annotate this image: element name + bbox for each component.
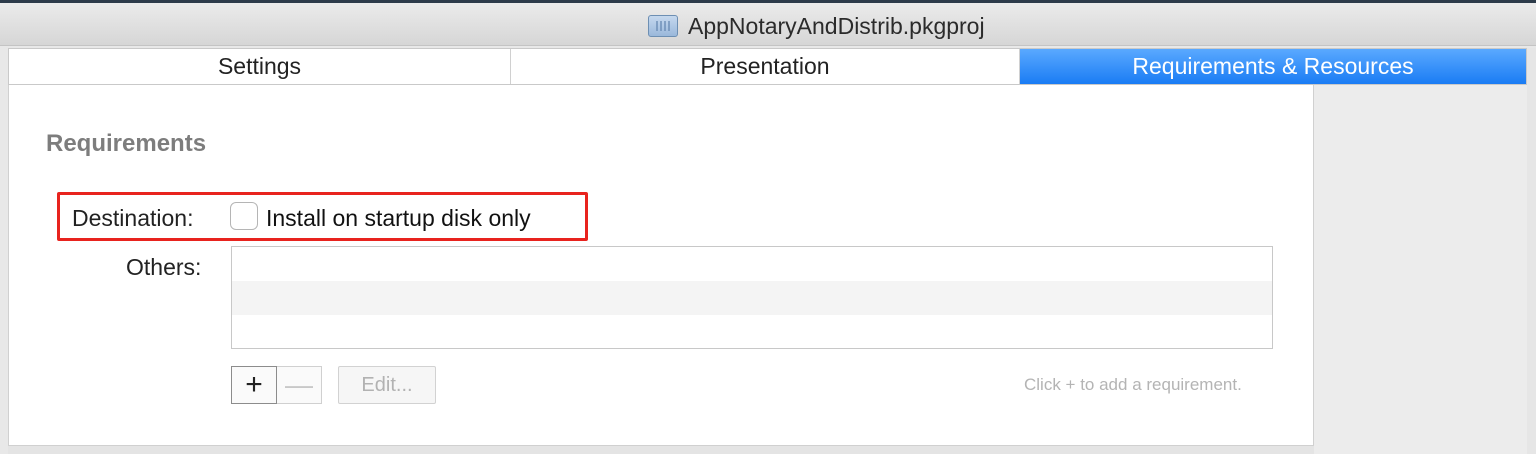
add-requirement-button[interactable]: + bbox=[231, 366, 277, 404]
window-title: AppNotaryAndDistrib.pkgproj bbox=[688, 12, 985, 39]
list-row[interactable] bbox=[232, 247, 1272, 281]
tab-presentation[interactable]: Presentation bbox=[511, 49, 1020, 84]
resources-section-edge bbox=[8, 445, 1314, 454]
others-requirements-list[interactable] bbox=[231, 246, 1273, 349]
list-row[interactable] bbox=[232, 315, 1272, 349]
inspector-pane bbox=[1314, 85, 1527, 454]
destination-label: Destination: bbox=[72, 205, 194, 231]
startup-disk-checkbox[interactable] bbox=[230, 202, 258, 230]
list-row[interactable] bbox=[232, 281, 1272, 315]
startup-disk-checkbox-label[interactable]: Install on startup disk only bbox=[266, 205, 531, 232]
pkgproj-document-icon bbox=[648, 15, 678, 37]
window-title-group: AppNotaryAndDistrib.pkgproj bbox=[648, 11, 985, 41]
tab-bar: Settings Presentation Requirements & Res… bbox=[8, 48, 1527, 85]
tab-requirements-resources[interactable]: Requirements & Resources bbox=[1020, 49, 1526, 84]
tab-settings[interactable]: Settings bbox=[9, 49, 511, 84]
window-titlebar: AppNotaryAndDistrib.pkgproj bbox=[0, 0, 1536, 46]
window-edge bbox=[1527, 48, 1536, 454]
add-requirement-hint: Click + to add a requirement. bbox=[1024, 375, 1242, 394]
section-title: Requirements bbox=[46, 130, 207, 157]
others-label: Others: bbox=[126, 254, 202, 280]
edit-requirement-button[interactable]: Edit... bbox=[338, 366, 436, 404]
remove-requirement-button[interactable]: — bbox=[277, 366, 322, 404]
